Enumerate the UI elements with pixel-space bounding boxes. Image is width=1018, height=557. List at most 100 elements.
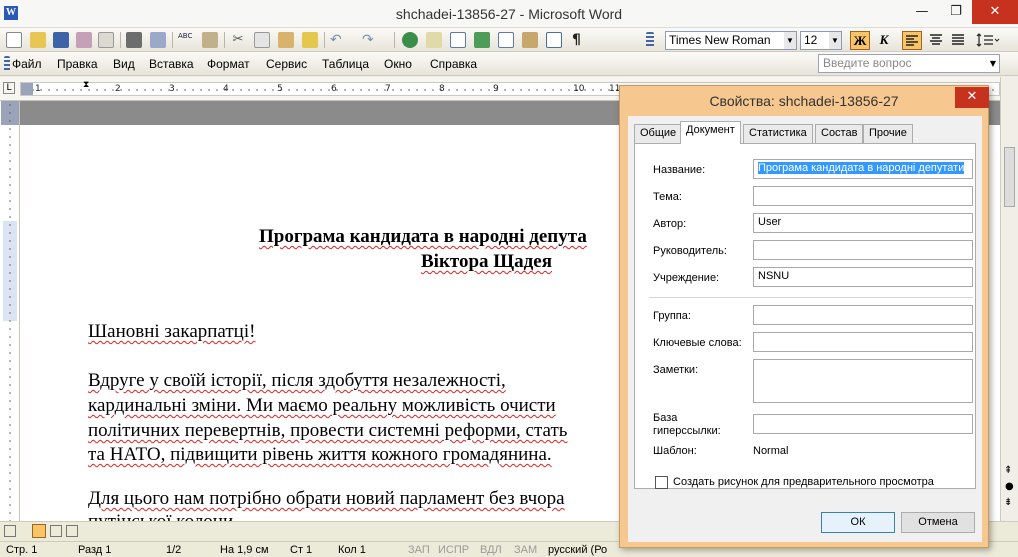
next-page-icon[interactable]: ⇟ <box>1004 497 1012 508</box>
tab-document[interactable]: Документ <box>680 121 741 144</box>
undo-icon[interactable]: ↶ <box>330 32 346 48</box>
chevron-down-icon[interactable]: ▼ <box>829 32 841 49</box>
columns-icon[interactable] <box>498 32 514 48</box>
help-search-input[interactable]: Введите вопрос <box>818 54 1000 73</box>
keywords-field[interactable] <box>753 332 973 352</box>
menu-view[interactable]: Вид <box>113 57 135 71</box>
tab-statistics[interactable]: Статистика <box>743 124 813 143</box>
scrollbar-thumb[interactable] <box>1004 147 1015 207</box>
normal-view-icon[interactable] <box>4 525 16 537</box>
cut-icon[interactable]: ✂ <box>230 32 246 48</box>
menu-edit[interactable]: Правка <box>57 57 98 71</box>
outline-view-icon[interactable] <box>66 525 78 537</box>
ruler-number: 3 <box>169 84 175 94</box>
bold-button[interactable]: Ж <box>850 31 870 50</box>
status-record[interactable]: ЗАП <box>408 544 430 556</box>
chevron-down-icon[interactable]: ▼ <box>986 54 1000 73</box>
insert-table-icon[interactable] <box>450 32 466 48</box>
status-column: Кол 1 <box>338 544 366 556</box>
open-folder-icon[interactable] <box>30 32 46 48</box>
status-track-changes[interactable]: ИСПР <box>438 544 469 556</box>
italic-button[interactable]: К <box>874 31 894 50</box>
paste-icon[interactable] <box>278 32 294 48</box>
maximize-button[interactable]: ❐ <box>940 0 972 24</box>
preview-checkbox[interactable] <box>655 476 668 489</box>
redo-icon[interactable]: ↷ <box>362 32 378 48</box>
menu-insert[interactable]: Вставка <box>149 57 194 71</box>
menu-tools[interactable]: Сервис <box>266 57 307 71</box>
minimize-button[interactable]: — <box>906 0 938 24</box>
vertical-scrollbar[interactable]: ⇞ ● ⇟ <box>1000 77 1018 521</box>
reading-view-icon[interactable] <box>50 525 62 537</box>
align-center-button[interactable] <box>926 31 946 50</box>
status-position: На 1,9 см <box>220 544 269 556</box>
justify-button[interactable] <box>948 31 968 50</box>
document-tab-panel: Название: Програма кандидата в народні д… <box>634 143 976 489</box>
dialog-close-button[interactable]: ✕ <box>955 87 989 108</box>
close-window-button[interactable]: ✕ <box>972 0 1018 24</box>
doc-paragraph-1-line-3: політичних перевертнів, провести системн… <box>88 420 568 441</box>
properties-dialog: Свойства: shchadei-13856-27 ✕ Общие Доку… <box>619 85 989 548</box>
menu-window[interactable]: Окно <box>384 57 412 71</box>
ruler-number: 4 <box>223 84 229 94</box>
comments-field[interactable] <box>753 359 973 403</box>
category-field[interactable] <box>753 305 973 325</box>
comments-label: Заметки: <box>653 364 699 376</box>
author-field[interactable]: User <box>753 213 973 233</box>
print-preview-icon[interactable] <box>150 32 166 48</box>
status-overtype[interactable]: ЗАМ <box>514 544 537 556</box>
manager-field[interactable] <box>753 240 973 260</box>
spelling-icon[interactable]: ABC <box>178 32 194 48</box>
vertical-ruler[interactable] <box>0 101 20 521</box>
copy-icon[interactable] <box>254 32 270 48</box>
ruler-number: 10 <box>573 84 585 94</box>
ruler-number: 5 <box>277 84 283 94</box>
status-language[interactable]: русский (Ро <box>548 544 607 556</box>
tab-custom[interactable]: Прочие <box>863 124 913 143</box>
toolbar-separator <box>120 32 121 48</box>
research-icon[interactable] <box>202 32 218 48</box>
menu-file[interactable]: Файл <box>12 57 42 71</box>
show-formatting-icon[interactable]: ¶ <box>572 32 588 48</box>
tables-borders-icon[interactable] <box>426 32 442 48</box>
template-label: Шаблон: <box>653 445 697 457</box>
author-label: Автор: <box>653 218 687 230</box>
insert-excel-icon[interactable] <box>474 32 490 48</box>
previous-page-icon[interactable]: ⇞ <box>1004 465 1012 476</box>
new-document-icon[interactable] <box>6 32 22 48</box>
hyperlink-base-field[interactable] <box>753 414 973 434</box>
font-name-box[interactable]: Times New Roman ▼ <box>665 31 797 50</box>
company-field[interactable]: NSNU <box>753 267 973 287</box>
browse-object-icon[interactable]: ● <box>1005 481 1014 492</box>
email-icon[interactable] <box>98 32 114 48</box>
menu-help[interactable]: Справка <box>430 57 477 71</box>
toolbar-grip[interactable] <box>646 32 654 48</box>
align-center-icon <box>930 34 942 45</box>
preview-checkbox-label[interactable]: Создать рисунок для предварительного про… <box>673 476 934 488</box>
tab-stop-selector[interactable]: L <box>3 82 15 94</box>
status-extend[interactable]: ВДЛ <box>480 544 502 556</box>
cancel-button[interactable]: Отмена <box>901 512 975 533</box>
font-size-box[interactable]: 12 ▼ <box>800 31 842 50</box>
line-spacing-button[interactable] <box>974 31 1002 50</box>
indent-marker-icon[interactable]: ⧗ <box>83 80 89 90</box>
tab-contents[interactable]: Состав <box>815 124 864 143</box>
tab-general[interactable]: Общие <box>634 124 683 143</box>
drawing-icon[interactable] <box>522 32 538 48</box>
chevron-down-icon[interactable]: ▼ <box>784 32 796 49</box>
subject-field[interactable] <box>753 186 973 206</box>
save-icon[interactable] <box>53 32 69 48</box>
ok-button[interactable]: ОК <box>821 512 895 533</box>
hyperlink-icon[interactable] <box>402 32 418 48</box>
print-icon[interactable] <box>126 32 142 48</box>
format-painter-icon[interactable] <box>302 32 318 48</box>
menu-table[interactable]: Таблица <box>322 57 369 71</box>
align-left-button[interactable] <box>902 31 922 50</box>
menu-format[interactable]: Формат <box>207 57 250 71</box>
title-field[interactable]: Програма кандидата в народні депутати <box>753 159 973 179</box>
document-map-icon[interactable] <box>546 32 562 48</box>
permission-icon[interactable] <box>76 32 92 48</box>
print-layout-view-icon[interactable] <box>32 524 46 538</box>
hyperlink-base-label-1: База <box>653 412 678 424</box>
doc-paragraph-1-line-1: Вдруге у своїй історії, після здобуття н… <box>88 370 506 391</box>
